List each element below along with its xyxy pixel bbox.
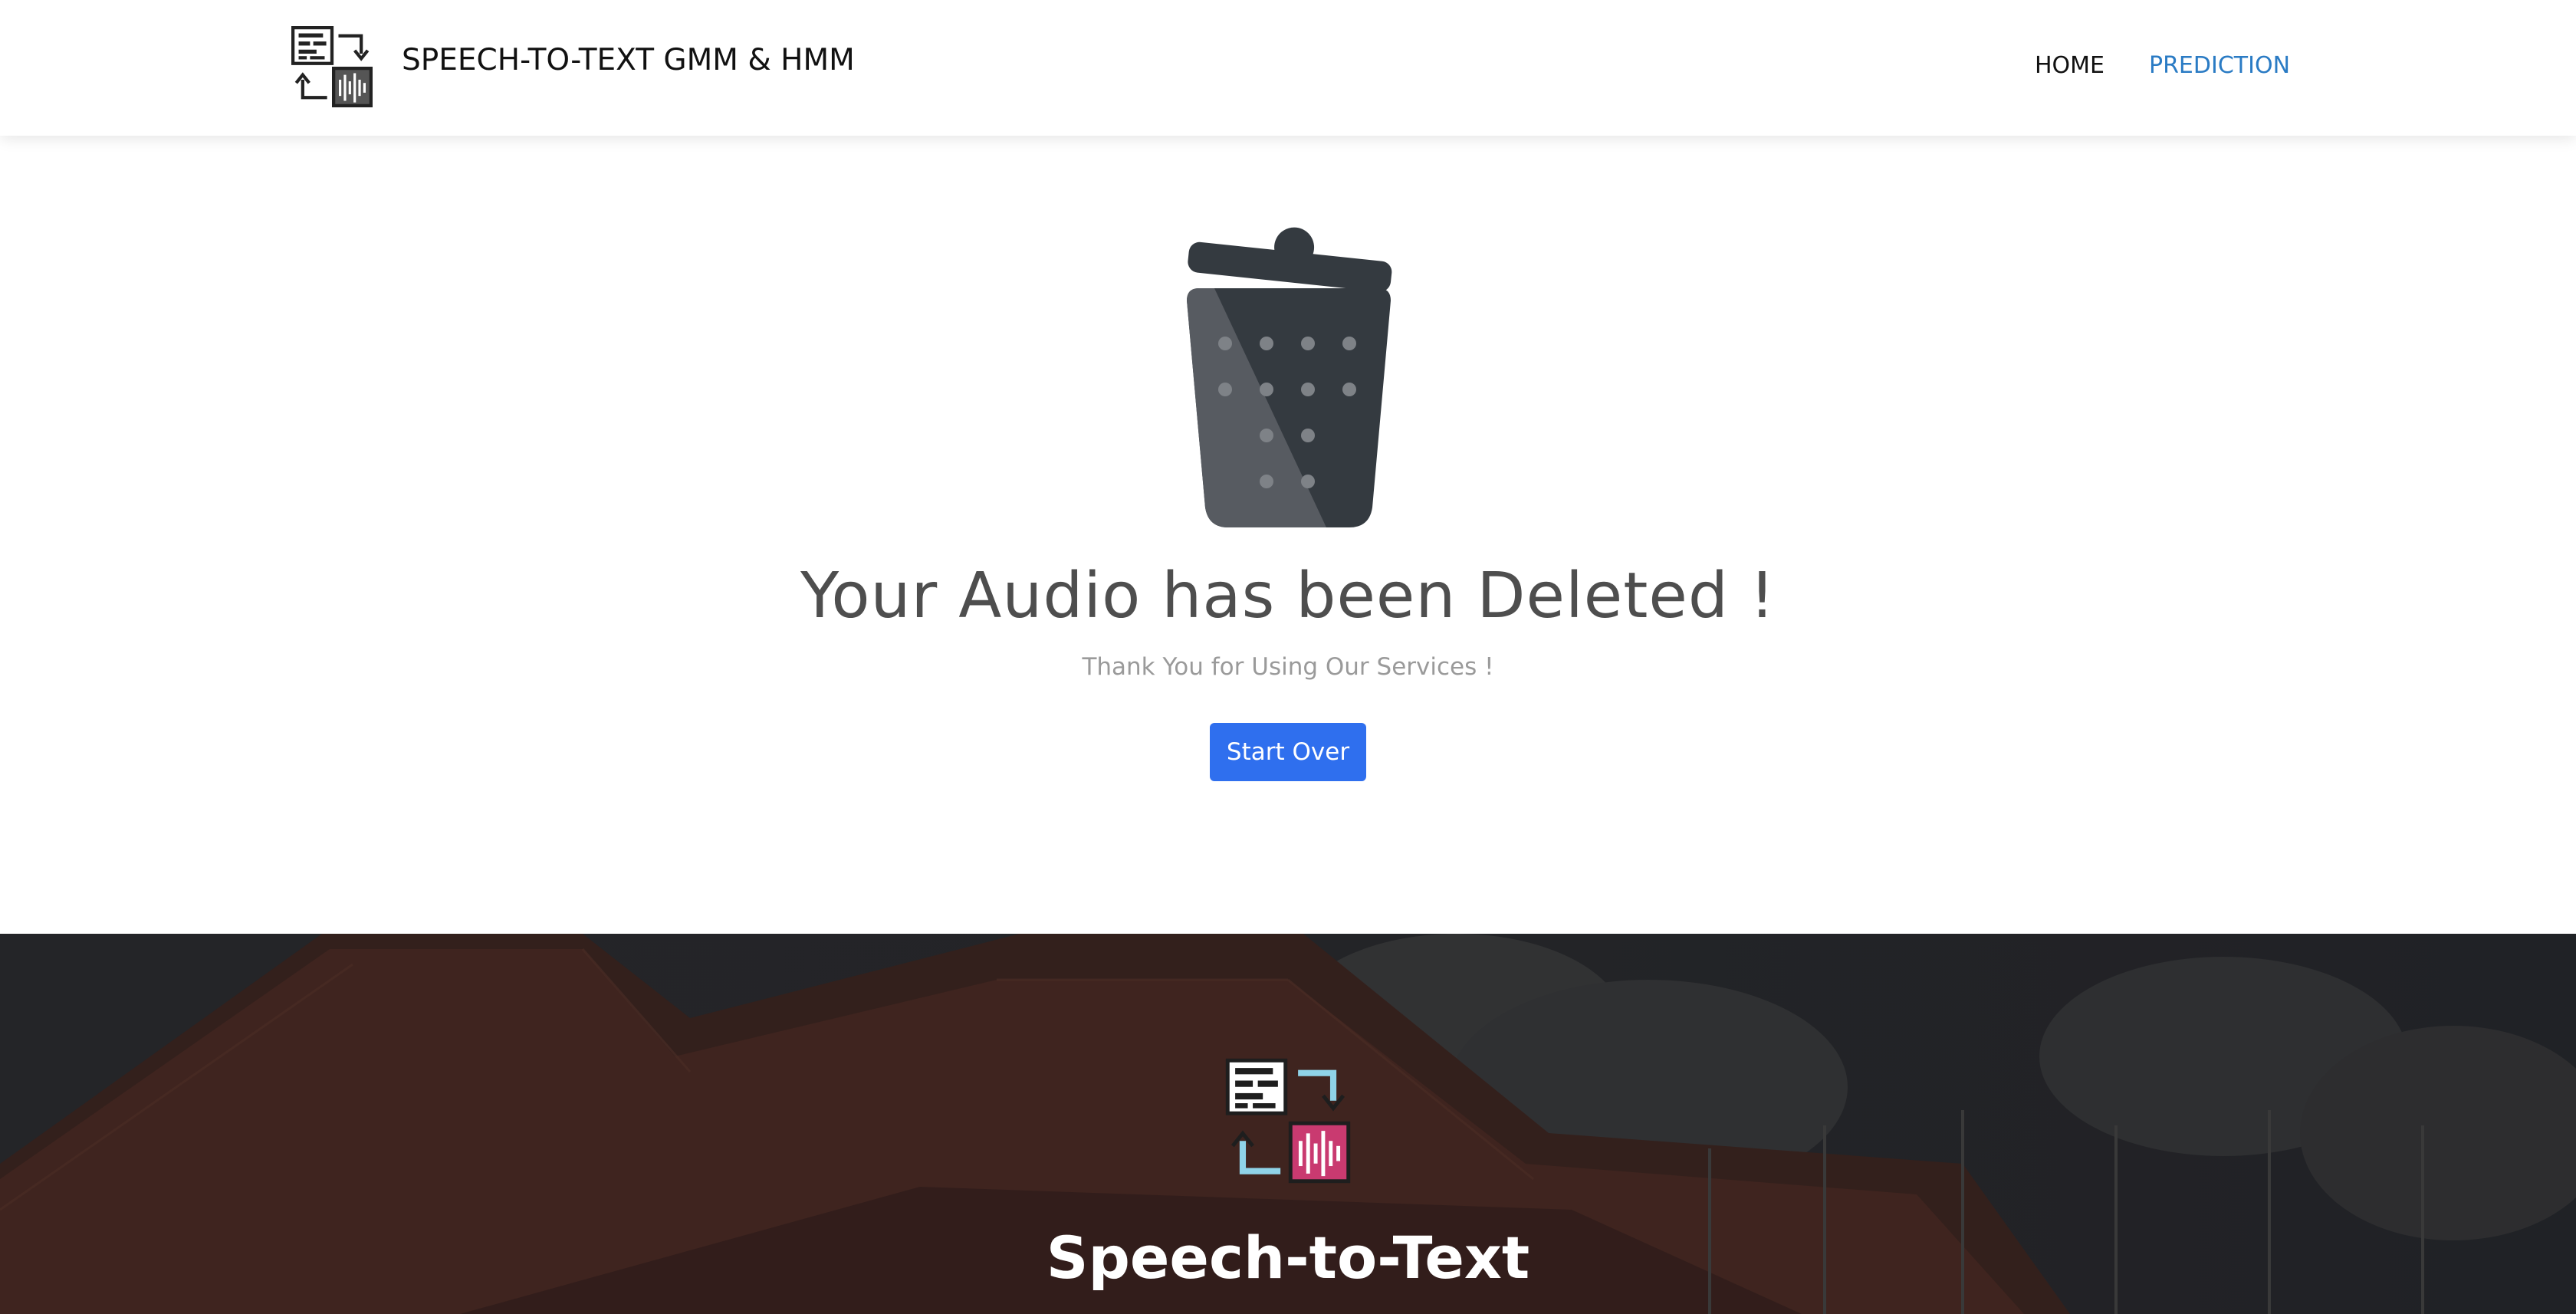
brand-title[interactable]: SPEECH-TO-TEXT GMM & HMM — [402, 43, 855, 77]
page-title: Your Audio has been Deleted ! — [800, 560, 1776, 632]
speech-to-text-logo-icon[interactable] — [291, 26, 373, 107]
nav-link-prediction[interactable]: PREDICTION — [2149, 52, 2290, 79]
start-over-button[interactable]: Start Over — [1210, 723, 1366, 781]
speech-to-text-logo-icon — [1225, 1058, 1351, 1184]
footer-banner: Speech-to-Text — [0, 934, 2576, 1314]
banner-title: Speech-to-Text — [1046, 1224, 1530, 1292]
trash-bin-icon — [1187, 227, 1392, 527]
page-subtitle: Thank You for Using Our Services ! — [1082, 653, 1494, 681]
navbar: SPEECH-TO-TEXT GMM & HMM HOME PREDICTION — [0, 0, 2576, 136]
nav-link-home[interactable]: HOME — [2035, 52, 2104, 79]
